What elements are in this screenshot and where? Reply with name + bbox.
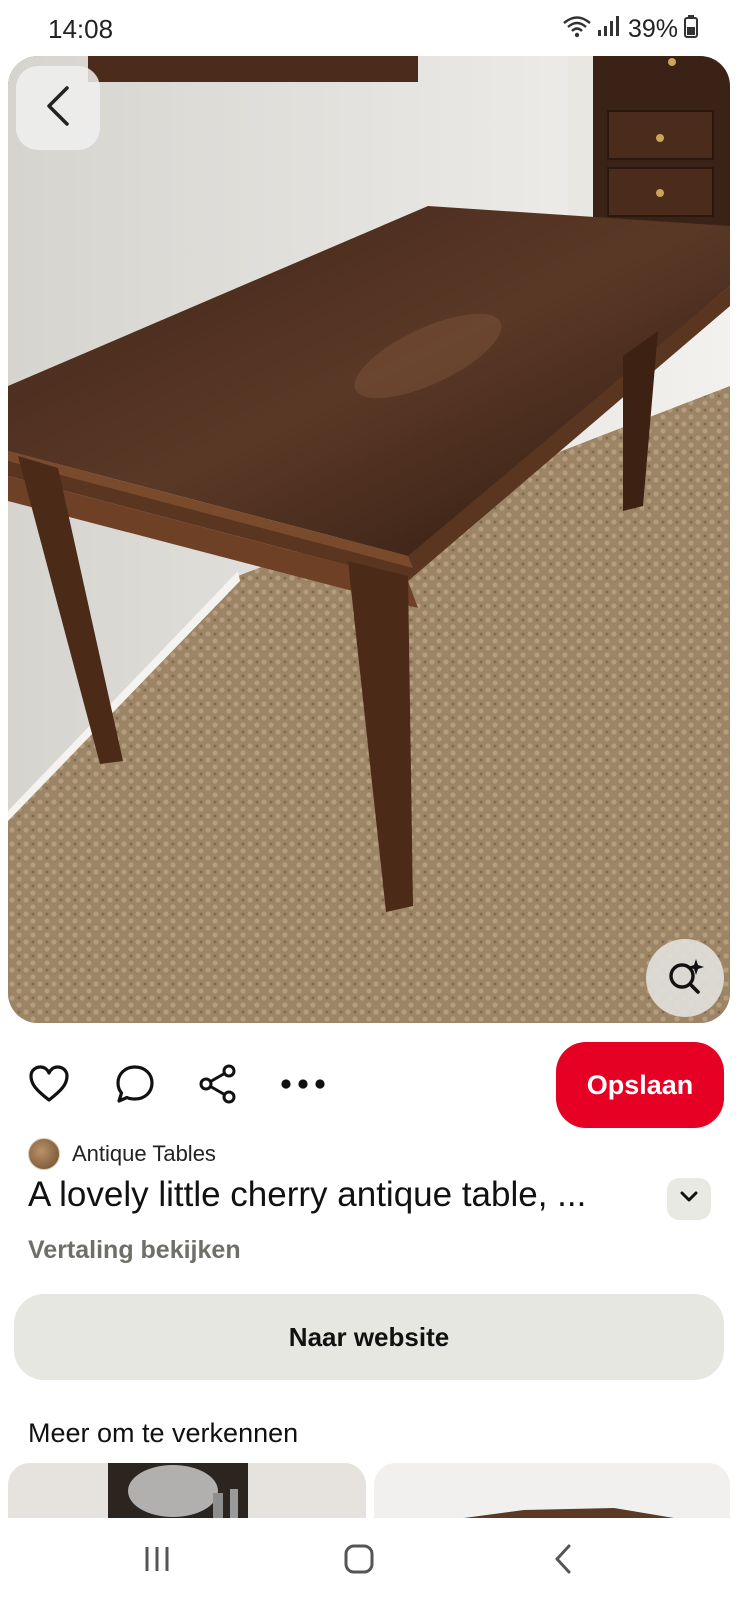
back-icon[interactable] (538, 1536, 588, 1582)
related-pin-thumbnail[interactable] (8, 1463, 366, 1518)
comment-icon[interactable] (113, 1062, 157, 1106)
save-button[interactable]: Opslaan (556, 1042, 724, 1128)
chevron-down-icon (680, 1190, 698, 1208)
chevron-left-icon (43, 85, 73, 132)
creator[interactable]: Antique Tables (28, 1138, 216, 1170)
home-icon[interactable] (334, 1536, 384, 1582)
avatar[interactable] (28, 1138, 60, 1170)
system-nav-bar (0, 1518, 738, 1600)
visual-search-button[interactable] (646, 939, 724, 1017)
pin-title: A lovely little cherry antique table, ..… (28, 1175, 587, 1214)
pin-image[interactable] (8, 56, 730, 1023)
heart-icon[interactable] (27, 1062, 71, 1106)
related-pin-thumbnail[interactable] (374, 1463, 730, 1518)
share-icon[interactable] (196, 1062, 240, 1106)
back-button[interactable] (16, 66, 100, 150)
creator-name[interactable]: Antique Tables (72, 1141, 216, 1167)
pin-actions: Opslaan (0, 1030, 738, 1130)
more-icon[interactable] (280, 1062, 326, 1106)
translate-link[interactable]: Vertaling bekijken (28, 1236, 241, 1265)
status-indicators: 39% (562, 14, 698, 45)
visit-website-button[interactable]: Naar website (14, 1294, 724, 1380)
visual-search-icon (665, 956, 705, 1001)
battery-percent: 39% (627, 15, 678, 43)
signal-icon (596, 14, 620, 45)
battery-icon (684, 14, 698, 45)
more-to-explore-heading: Meer om te verkennen (28, 1418, 299, 1448)
status-time: 14:08 (48, 14, 114, 44)
status-bar: 14:08 39% (0, 0, 738, 56)
recent-apps-icon[interactable] (132, 1536, 182, 1582)
expand-description-button[interactable] (667, 1178, 711, 1220)
wifi-icon (562, 14, 592, 45)
